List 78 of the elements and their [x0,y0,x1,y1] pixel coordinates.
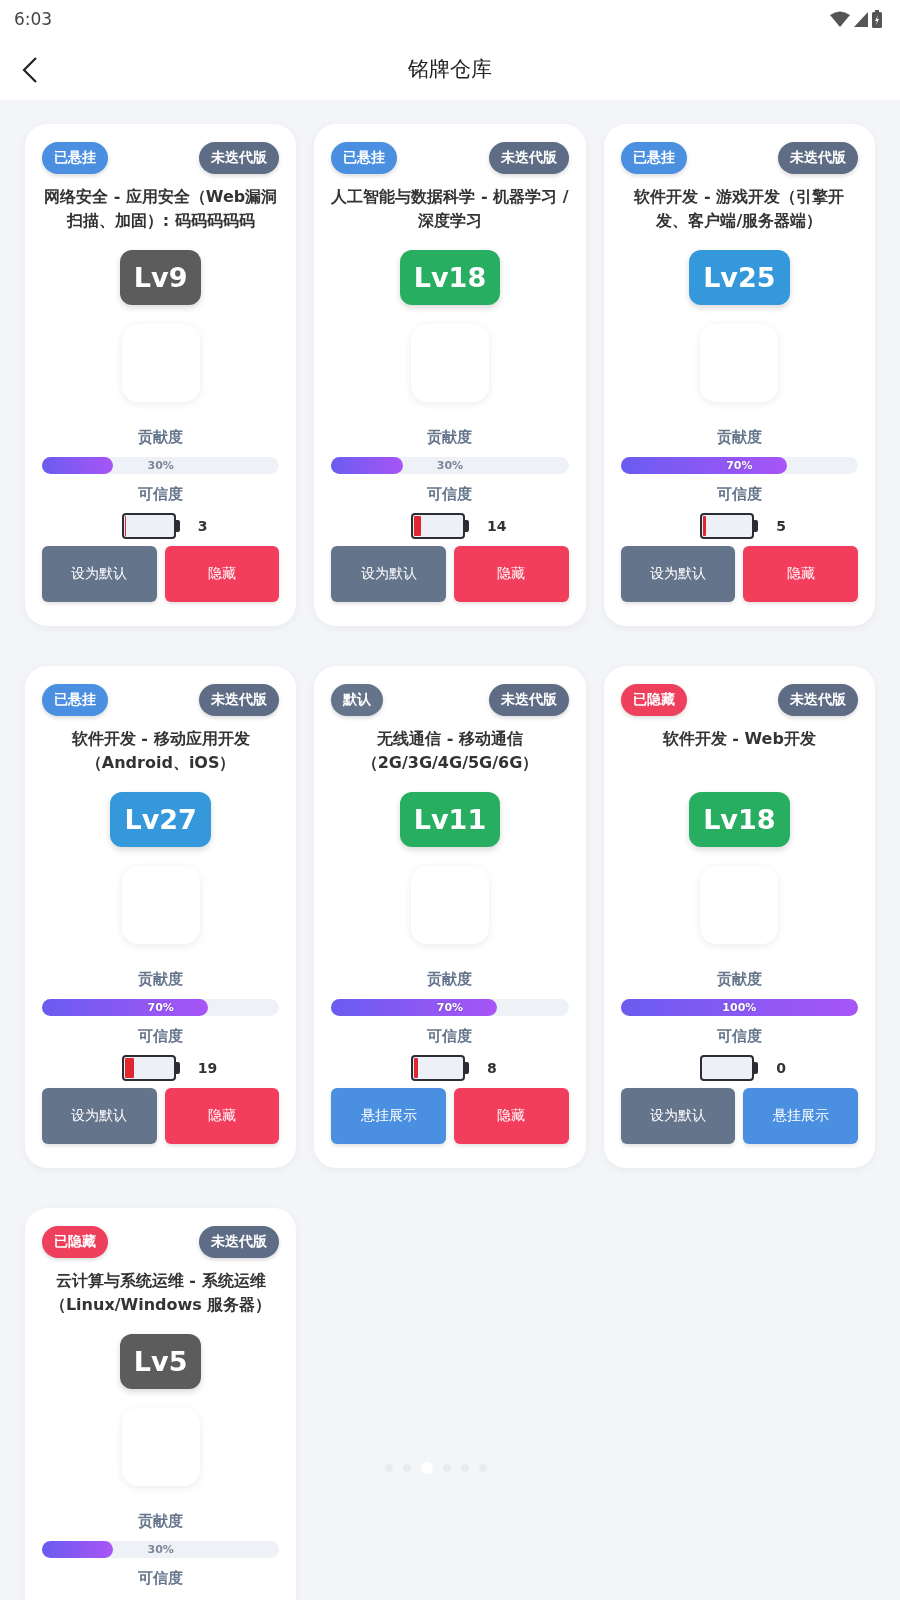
hide-button[interactable]: 隐藏 [164,546,280,602]
badge-title: 网络安全 - 应用安全（Web漏洞扫描、加固）: 码码码码码 [43,186,279,232]
progress-percent: 30% [147,1542,174,1558]
set-default-button[interactable]: 设为默认 [620,546,736,602]
back-icon[interactable] [22,57,38,83]
badge-title: 软件开发 - Web开发 [662,728,816,750]
level-badge: Lv27 [110,792,211,847]
credibility-label: 可信度 [716,485,762,504]
badge-title: 人工智能与数据科学 - 机器学习 / 深度学习 [331,186,569,232]
badge-title: 无线通信 - 移动通信（2G/3G/4G/5G/6G） [360,728,540,774]
credibility-value: 3 [197,518,209,534]
status-badge: 已隐藏 [620,684,687,716]
wifi-icon [830,11,850,27]
clock-time: 6:03 [14,9,53,29]
progress-percent: 30% [436,458,464,474]
signal-icon [854,11,868,27]
progress-percent: 70% [726,458,753,474]
badge-title: 软件开发 - 游戏开发（引擎开发、客户端/服务器端） [633,186,846,232]
version-badge: 未迭代版 [199,1226,280,1258]
set-default-button[interactable]: 设为默认 [620,1088,736,1144]
contribution-label: 贡献度 [138,428,184,447]
badge-title: 云计算与系统运维 - 系统运维（Linux/Windows 服务器） [48,1270,273,1316]
credibility-value: 19 [197,1060,219,1076]
hide-button[interactable]: 隐藏 [454,1088,569,1144]
display-button[interactable]: 悬挂展示 [743,1088,858,1144]
contribution-label: 贡献度 [427,970,473,989]
set-default-button[interactable]: 设为默认 [42,1088,157,1144]
version-badge: 未迭代版 [199,684,280,716]
hide-button[interactable]: 隐藏 [454,546,569,602]
credibility-label: 可信度 [427,1027,473,1046]
level-badge: Lv18 [399,250,501,305]
progress-percent: 100% [722,1000,757,1016]
contribution-label: 贡献度 [716,428,762,447]
status-badge: 已悬挂 [42,142,108,174]
contribution-label: 贡献度 [138,1512,184,1531]
page-title: 铭牌仓库 [408,56,492,83]
contribution-label: 贡献度 [716,970,762,989]
level-badge: Lv11 [399,792,501,847]
progress-percent: 30% [147,458,174,474]
credibility-value: 0 [776,1060,788,1076]
hide-button[interactable]: 隐藏 [164,1088,280,1144]
display-button[interactable]: 悬挂展示 [331,1088,446,1144]
battery-gauge [121,1055,180,1081]
set-default-button[interactable]: 设为默认 [331,546,446,602]
level-badge: Lv25 [689,250,790,305]
battery-gauge [411,1055,469,1081]
level-badge: Lv18 [689,792,790,847]
credibility-value: 5 [776,518,788,534]
credibility-label: 可信度 [138,1027,184,1046]
credibility-label: 可信度 [716,1027,762,1046]
battery-gauge [121,513,180,539]
battery-icon [872,10,882,28]
progress-percent: 70% [147,1000,174,1016]
battery-gauge [411,513,469,539]
credibility-label: 可信度 [138,485,184,504]
battery-gauge [700,513,759,539]
set-default-button[interactable]: 设为默认 [42,546,157,602]
version-badge: 未迭代版 [778,142,858,174]
credibility-label: 可信度 [138,1569,184,1588]
status-badge: 已悬挂 [42,684,108,716]
level-badge: Lv9 [119,250,202,305]
status-badge: 已悬挂 [620,142,687,174]
status-badge: 已隐藏 [42,1226,108,1258]
credibility-value: 8 [487,1060,498,1076]
progress-percent: 70% [436,1000,464,1016]
status-badge: 默认 [331,684,384,716]
version-badge: 未迭代版 [488,142,569,174]
credibility-value: 14 [487,518,508,534]
version-badge: 未迭代版 [199,142,280,174]
contribution-label: 贡献度 [427,428,473,447]
level-badge: Lv5 [119,1334,202,1389]
credibility-label: 可信度 [427,485,473,504]
version-badge: 未迭代版 [488,684,569,716]
hide-button[interactable]: 隐藏 [743,546,858,602]
status-badge: 已悬挂 [331,142,398,174]
contribution-label: 贡献度 [138,970,184,989]
badge-title: 软件开发 - 移动应用开发（Android、iOS） [70,728,251,774]
version-badge: 未迭代版 [778,684,858,716]
